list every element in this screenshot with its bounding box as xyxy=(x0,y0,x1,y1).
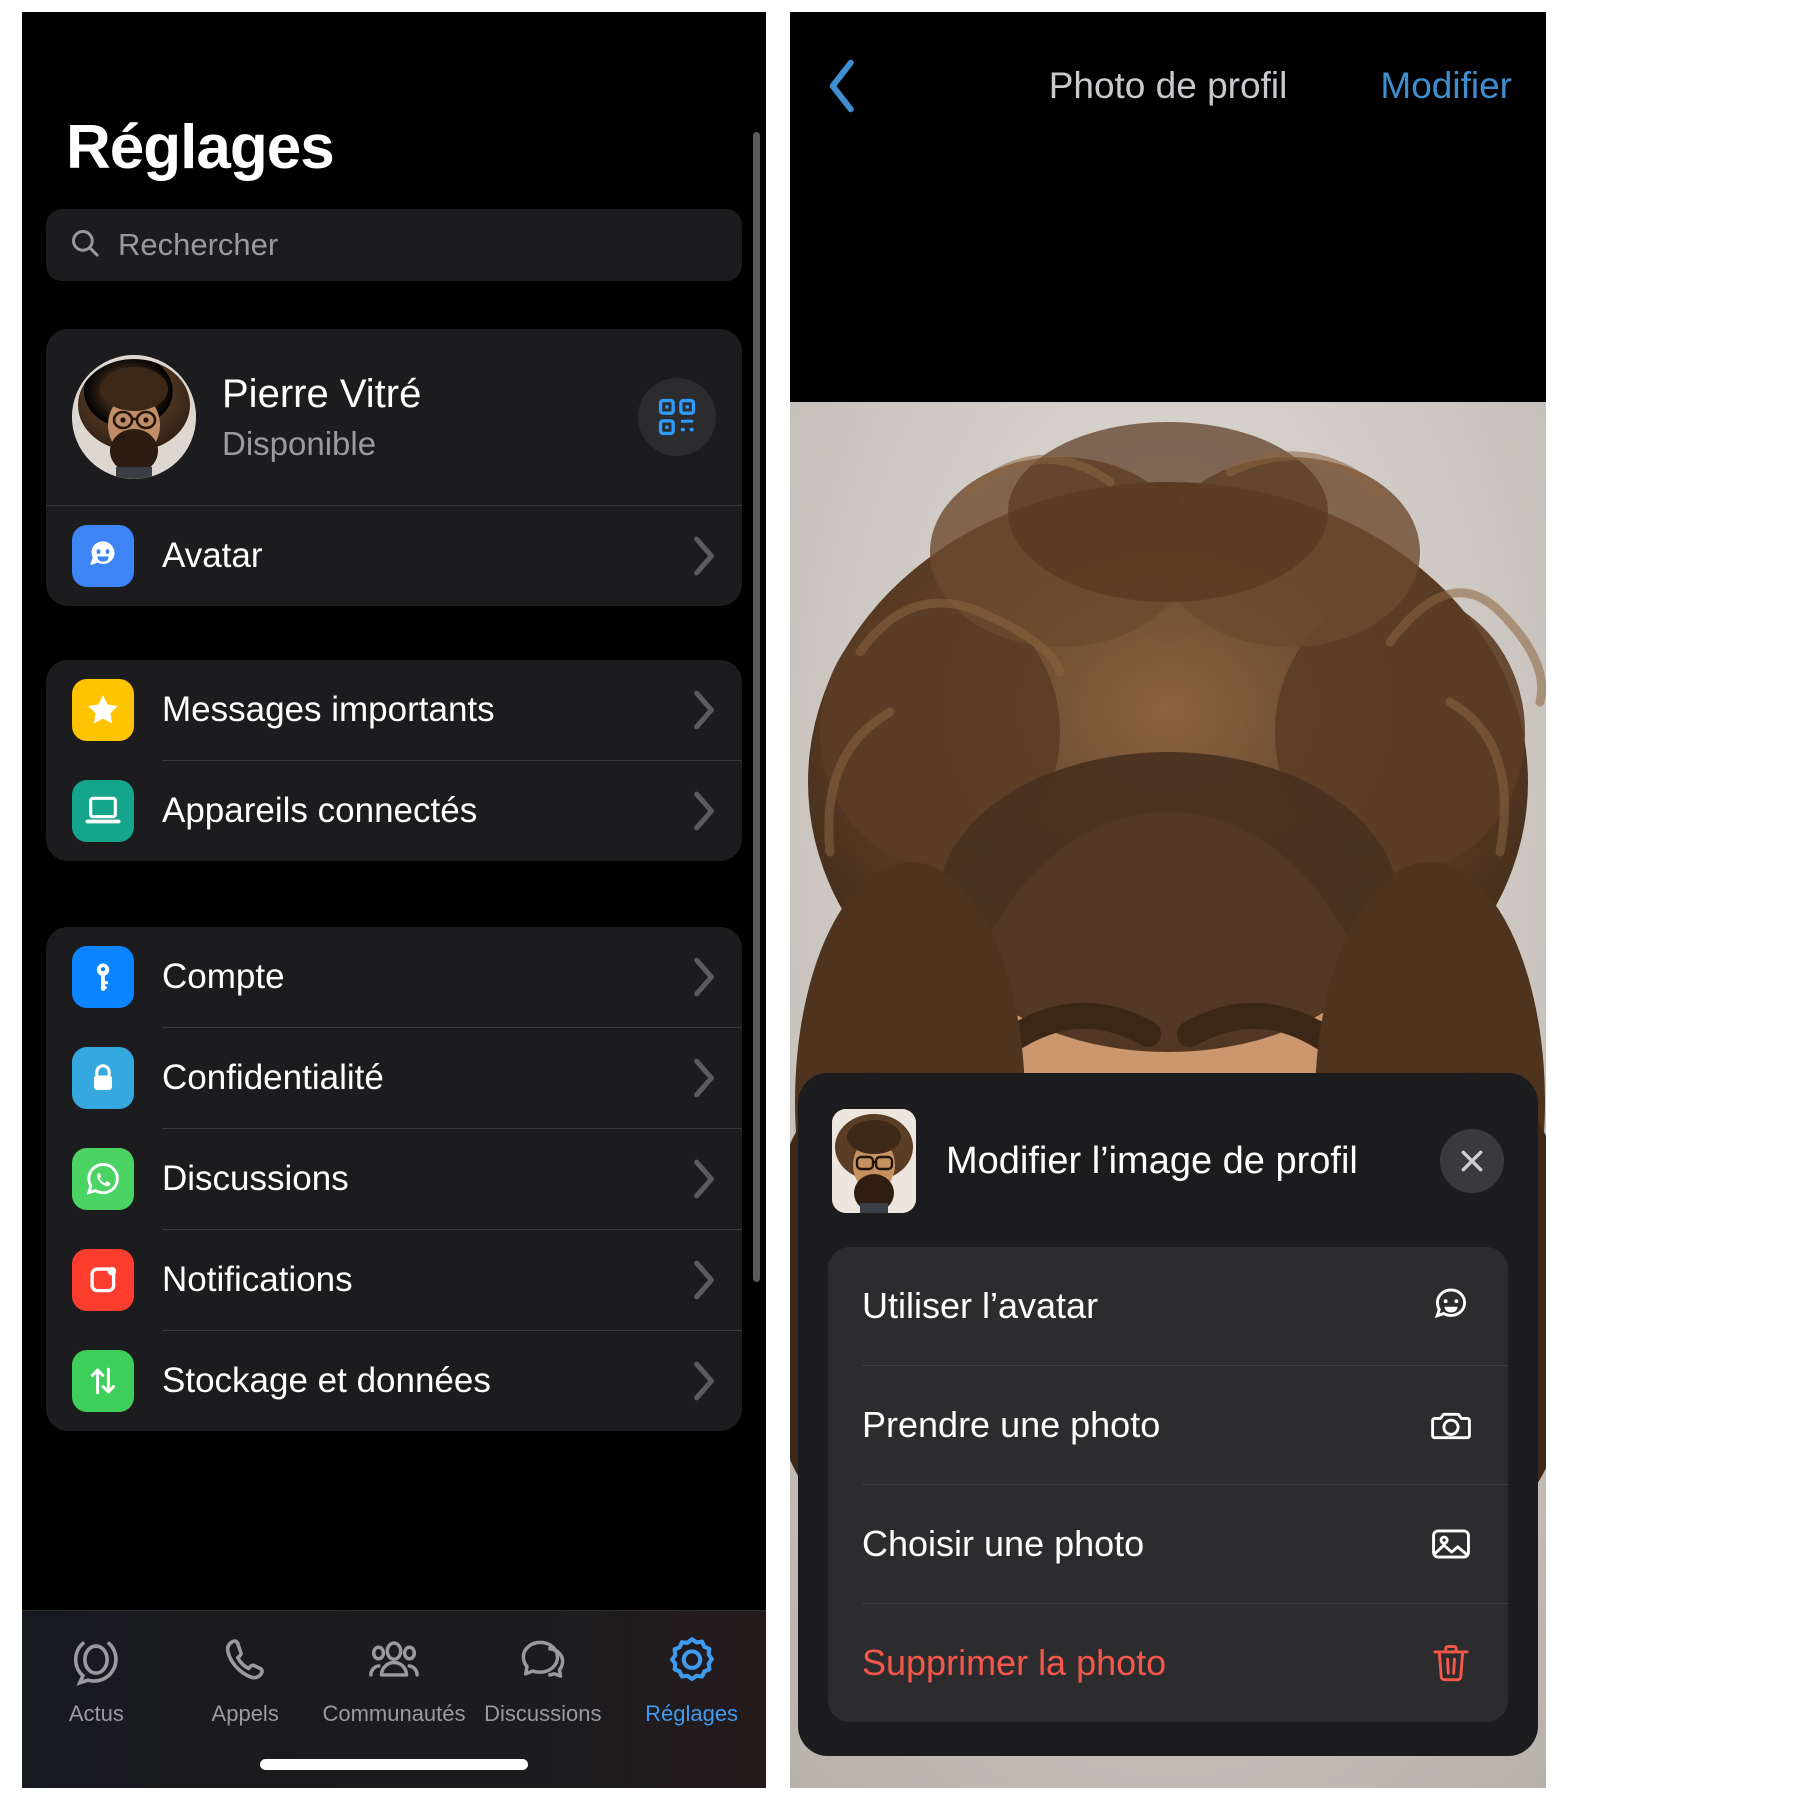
tab-label: Actus xyxy=(68,1701,124,1726)
settings-row-messages-importants[interactable]: Messages importants xyxy=(46,660,742,760)
screenshot-root: Réglages Rechercher Pierre Vitré Disponi… xyxy=(0,0,1800,1800)
settings-row-label: Notifications xyxy=(162,1260,353,1299)
settings-screen: Réglages Rechercher Pierre Vitré Disponi… xyxy=(22,12,766,1788)
tab-communautes[interactable]: Communautés xyxy=(320,1633,469,1727)
profile-thumbnail xyxy=(832,1109,916,1213)
settings-row-stockage-et-donnees[interactable]: Stockage et données xyxy=(46,1331,742,1431)
star-icon xyxy=(72,679,134,741)
sheet-header: Modifier l’image de profil xyxy=(828,1103,1508,1247)
nav-bar: Photo de profil Modifier xyxy=(790,12,1546,160)
home-indicator xyxy=(260,1759,528,1770)
qr-code-button[interactable] xyxy=(638,378,716,456)
settings-row-appareils-connectes[interactable]: Appareils connectés xyxy=(46,761,742,861)
key-icon xyxy=(72,946,134,1008)
profile-photo-screen: Photo de profil Modifier Modifier l’imag… xyxy=(790,12,1546,1788)
page-title: Réglages xyxy=(66,113,335,182)
tab-actus[interactable]: Actus xyxy=(22,1633,171,1727)
laptop-icon xyxy=(72,780,134,842)
storage-arrows-icon xyxy=(72,1350,134,1412)
avatar-face-icon xyxy=(72,525,134,587)
chevron-right-icon xyxy=(690,1259,716,1301)
settings-group-highlights: Messages importants Appareils connectés xyxy=(46,660,742,861)
profile-texts: Pierre Vitré Disponible xyxy=(222,372,612,463)
settings-row-label: Discussions xyxy=(162,1159,349,1198)
sheet-item-utiliser-lavatar[interactable]: Utiliser l’avatar xyxy=(828,1247,1508,1365)
trash-icon xyxy=(1428,1640,1474,1686)
sheet-options-list: Utiliser l’avatar Prendre une photo Choi… xyxy=(828,1247,1508,1722)
chevron-right-icon xyxy=(690,956,716,998)
edit-profile-picture-sheet: Modifier l’image de profil Utiliser l’av… xyxy=(798,1073,1538,1756)
chat-bubbles-icon xyxy=(521,1640,565,1678)
whatsapp-icon xyxy=(72,1148,134,1210)
camera-icon xyxy=(1428,1402,1474,1448)
settings-row-label: Messages importants xyxy=(162,690,495,729)
search-placeholder: Rechercher xyxy=(118,227,279,262)
settings-row-avatar[interactable]: Avatar xyxy=(46,506,742,606)
sheet-title: Modifier l’image de profil xyxy=(946,1139,1358,1182)
search-icon xyxy=(68,226,102,265)
tab-reglages[interactable]: Réglages xyxy=(617,1633,766,1727)
phone-icon xyxy=(226,1639,265,1680)
chevron-left-icon xyxy=(829,59,854,113)
edit-button[interactable]: Modifier xyxy=(1380,65,1512,107)
photo-library-icon xyxy=(1428,1521,1474,1567)
profile-thumbnail-svg xyxy=(832,1109,916,1213)
settings-group-account: Compte Confidentialité Discussions Notif… xyxy=(46,927,742,1431)
sheet-item-choisir-une-photo[interactable]: Choisir une photo xyxy=(828,1485,1508,1603)
profile-group: Pierre Vitré Disponible Avatar xyxy=(46,329,742,606)
profile-row[interactable]: Pierre Vitré Disponible xyxy=(46,329,742,505)
tab-label: Discussions xyxy=(484,1701,602,1726)
tab-bar: Actus Appels Communautés Discussions Rég… xyxy=(22,1610,766,1788)
scrollbar[interactable] xyxy=(753,132,760,1282)
qr-code-icon xyxy=(658,398,696,436)
tab-label: Communautés xyxy=(322,1701,466,1726)
chevron-right-icon xyxy=(690,790,716,832)
avatar-face-icon xyxy=(1428,1283,1474,1329)
chevron-right-icon xyxy=(690,689,716,731)
sheet-item-label: Supprimer la photo xyxy=(862,1642,1167,1683)
chevron-right-icon xyxy=(690,1360,716,1402)
settings-row-label: Confidentialité xyxy=(162,1058,384,1097)
back-button[interactable] xyxy=(824,55,884,117)
tab-label: Réglages xyxy=(645,1701,739,1726)
close-icon xyxy=(1461,1150,1483,1172)
sheet-item-supprimer-la-photo[interactable]: Supprimer la photo xyxy=(828,1604,1508,1722)
sheet-item-label: Choisir une photo xyxy=(862,1523,1145,1564)
settings-row-label: Avatar xyxy=(162,536,263,575)
settings-row-confidentialite[interactable]: Confidentialité xyxy=(46,1028,742,1128)
communities-people-icon xyxy=(369,1641,419,1677)
tab-discussions[interactable]: Discussions xyxy=(468,1633,617,1727)
avatar[interactable] xyxy=(72,355,196,479)
settings-row-label: Stockage et données xyxy=(162,1361,491,1400)
notification-icon xyxy=(72,1249,134,1311)
sheet-item-label: Prendre une photo xyxy=(862,1404,1161,1445)
lock-icon xyxy=(72,1047,134,1109)
settings-scroll-area[interactable]: Réglages Rechercher Pierre Vitré Disponi… xyxy=(22,12,766,1610)
sheet-item-label: Utiliser l’avatar xyxy=(862,1285,1099,1326)
close-button[interactable] xyxy=(1440,1129,1504,1193)
profile-status: Disponible xyxy=(222,424,377,462)
chevron-right-icon xyxy=(690,1057,716,1099)
chevron-right-icon xyxy=(690,535,716,577)
settings-row-label: Appareils connectés xyxy=(162,791,478,830)
chevron-right-icon xyxy=(690,1158,716,1200)
settings-row-label: Compte xyxy=(162,957,285,996)
sheet-item-prendre-une-photo[interactable]: Prendre une photo xyxy=(828,1366,1508,1484)
profile-name: Pierre Vitré xyxy=(222,371,422,416)
gear-icon xyxy=(669,1637,714,1681)
settings-row-discussions[interactable]: Discussions xyxy=(46,1129,742,1229)
search-input[interactable]: Rechercher xyxy=(46,209,742,281)
status-ring-icon xyxy=(74,1641,119,1686)
avatar-photo-svg xyxy=(72,355,196,479)
settings-row-notifications[interactable]: Notifications xyxy=(46,1230,742,1330)
settings-row-compte[interactable]: Compte xyxy=(46,927,742,1027)
tab-appels[interactable]: Appels xyxy=(171,1633,320,1727)
tab-label: Appels xyxy=(211,1701,279,1726)
